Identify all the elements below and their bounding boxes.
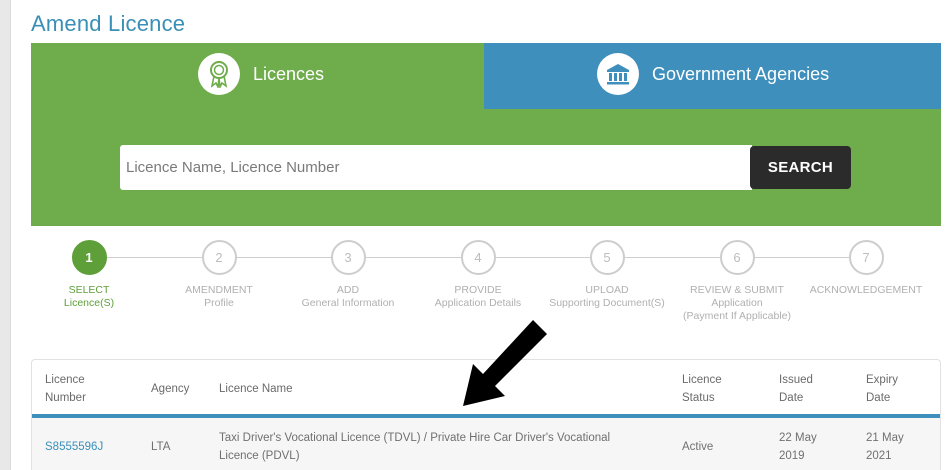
licence-status: Active	[682, 441, 714, 453]
licence-number-link[interactable]: S8555596J	[45, 438, 103, 456]
step-number: 3	[330, 240, 366, 275]
column-header-agency[interactable]: Agency	[151, 380, 189, 398]
licence-expiry-date: 21 May 2021	[866, 432, 904, 462]
step-label: ADD General Information	[301, 284, 395, 309]
step-number: 1	[71, 240, 107, 275]
step-label: REVIEW & SUBMIT Application (Payment If Ap…	[683, 284, 791, 322]
column-header-expiry-date[interactable]: Expiry Date	[866, 371, 898, 407]
step-label: ACKNOWLEDGEMENT	[809, 284, 923, 296]
award-ribbon-icon	[198, 53, 240, 95]
step-label: PROVIDE Application Details	[434, 284, 522, 309]
licence-name: Taxi Driver's Vocational Licence (TDVL) …	[219, 432, 611, 462]
step-acknowledgement: 7 ACKNOWLEDGEMENT	[796, 240, 936, 297]
step-number: 4	[460, 240, 496, 275]
bank-building-icon	[597, 53, 639, 95]
step-number: 2	[201, 240, 237, 275]
column-header-licence-status[interactable]: Licence Status	[682, 371, 722, 407]
step-add-general-information: 3 ADD General Information	[278, 240, 418, 310]
step-number: 7	[848, 240, 884, 275]
step-label: UPLOAD Supporting Document(S)	[549, 284, 665, 309]
step-upload-supporting-documents: 5 UPLOAD Supporting Document(S)	[537, 240, 677, 310]
step-number: 6	[719, 240, 755, 275]
column-header-licence-name[interactable]: Licence Name	[219, 380, 293, 398]
left-rail	[0, 0, 11, 470]
column-header-licence-number[interactable]: Licence Number	[45, 371, 86, 407]
step-select-licence: 1 SELECT Licence(S)	[19, 240, 159, 310]
step-label: SELECT Licence(S)	[63, 284, 115, 309]
step-label: AMENDMENT Profile	[185, 284, 253, 309]
search-input[interactable]	[120, 145, 752, 190]
page-title: Amend Licence	[31, 11, 186, 36]
tab-government-agencies-label: Government Agencies	[652, 63, 830, 84]
column-header-issued-date[interactable]: Issued Date	[779, 371, 813, 407]
tab-licences-label: Licences	[253, 63, 325, 84]
step-review-submit: 6 REVIEW & SUBMIT Application (Payment If …	[667, 240, 807, 323]
search-button[interactable]: SEARCH	[750, 146, 851, 189]
licence-issued-date: 22 May 2019	[779, 432, 817, 462]
annotation-arrow-icon	[463, 320, 547, 406]
step-number: 5	[589, 240, 625, 275]
step-provide-application-details: 4 PROVIDE Application Details	[408, 240, 548, 310]
tab-government-agencies[interactable]: Government Agencies	[597, 53, 829, 95]
step-amendment-profile: 2 AMENDMENT Profile	[149, 240, 289, 310]
tab-licences[interactable]: Licences	[198, 53, 324, 95]
licence-agency: LTA	[151, 441, 171, 453]
